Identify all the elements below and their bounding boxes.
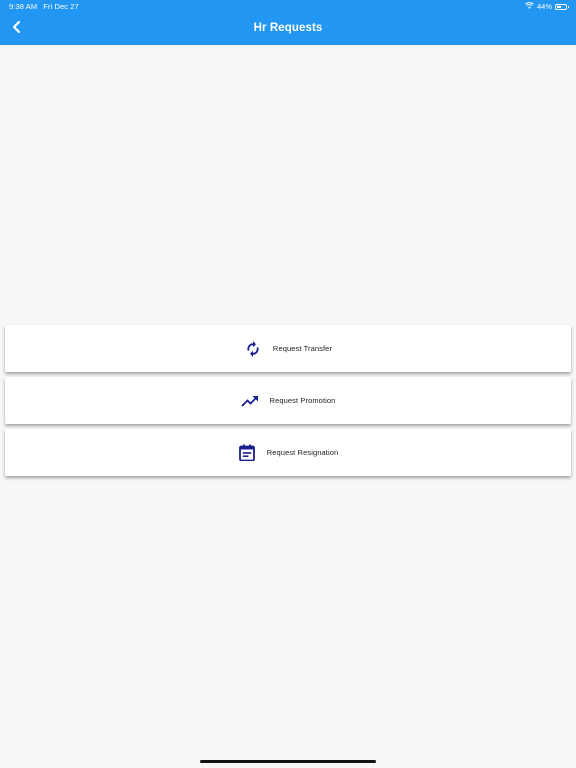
request-resignation-label: Request Resignation: [266, 448, 339, 457]
app-bar: 9:38 AM Fri Dec 27 44% Hr Requests: [0, 0, 576, 45]
page-title: Hr Requests: [253, 22, 323, 34]
status-bar-right: 44%: [525, 2, 569, 11]
request-resignation-button[interactable]: Request Resignation: [5, 429, 571, 476]
battery-percent: 44%: [536, 2, 552, 11]
status-bar-left: 9:38 AM Fri Dec 27: [9, 2, 79, 11]
trending-up-icon: [240, 392, 259, 410]
request-transfer-label: Request Transfer: [272, 344, 333, 353]
sync-icon: [244, 340, 262, 358]
request-transfer-button[interactable]: Request Transfer: [5, 325, 571, 372]
battery-icon: [555, 3, 569, 10]
status-date: Fri Dec 27: [43, 2, 79, 11]
wifi-icon: [525, 2, 534, 11]
calendar-note-icon: [238, 444, 256, 462]
home-indicator[interactable]: [200, 760, 376, 763]
request-promotion-button[interactable]: Request Promotion: [5, 377, 571, 424]
status-time: 9:38 AM: [9, 2, 38, 11]
request-promotion-label: Request Promotion: [269, 396, 336, 405]
